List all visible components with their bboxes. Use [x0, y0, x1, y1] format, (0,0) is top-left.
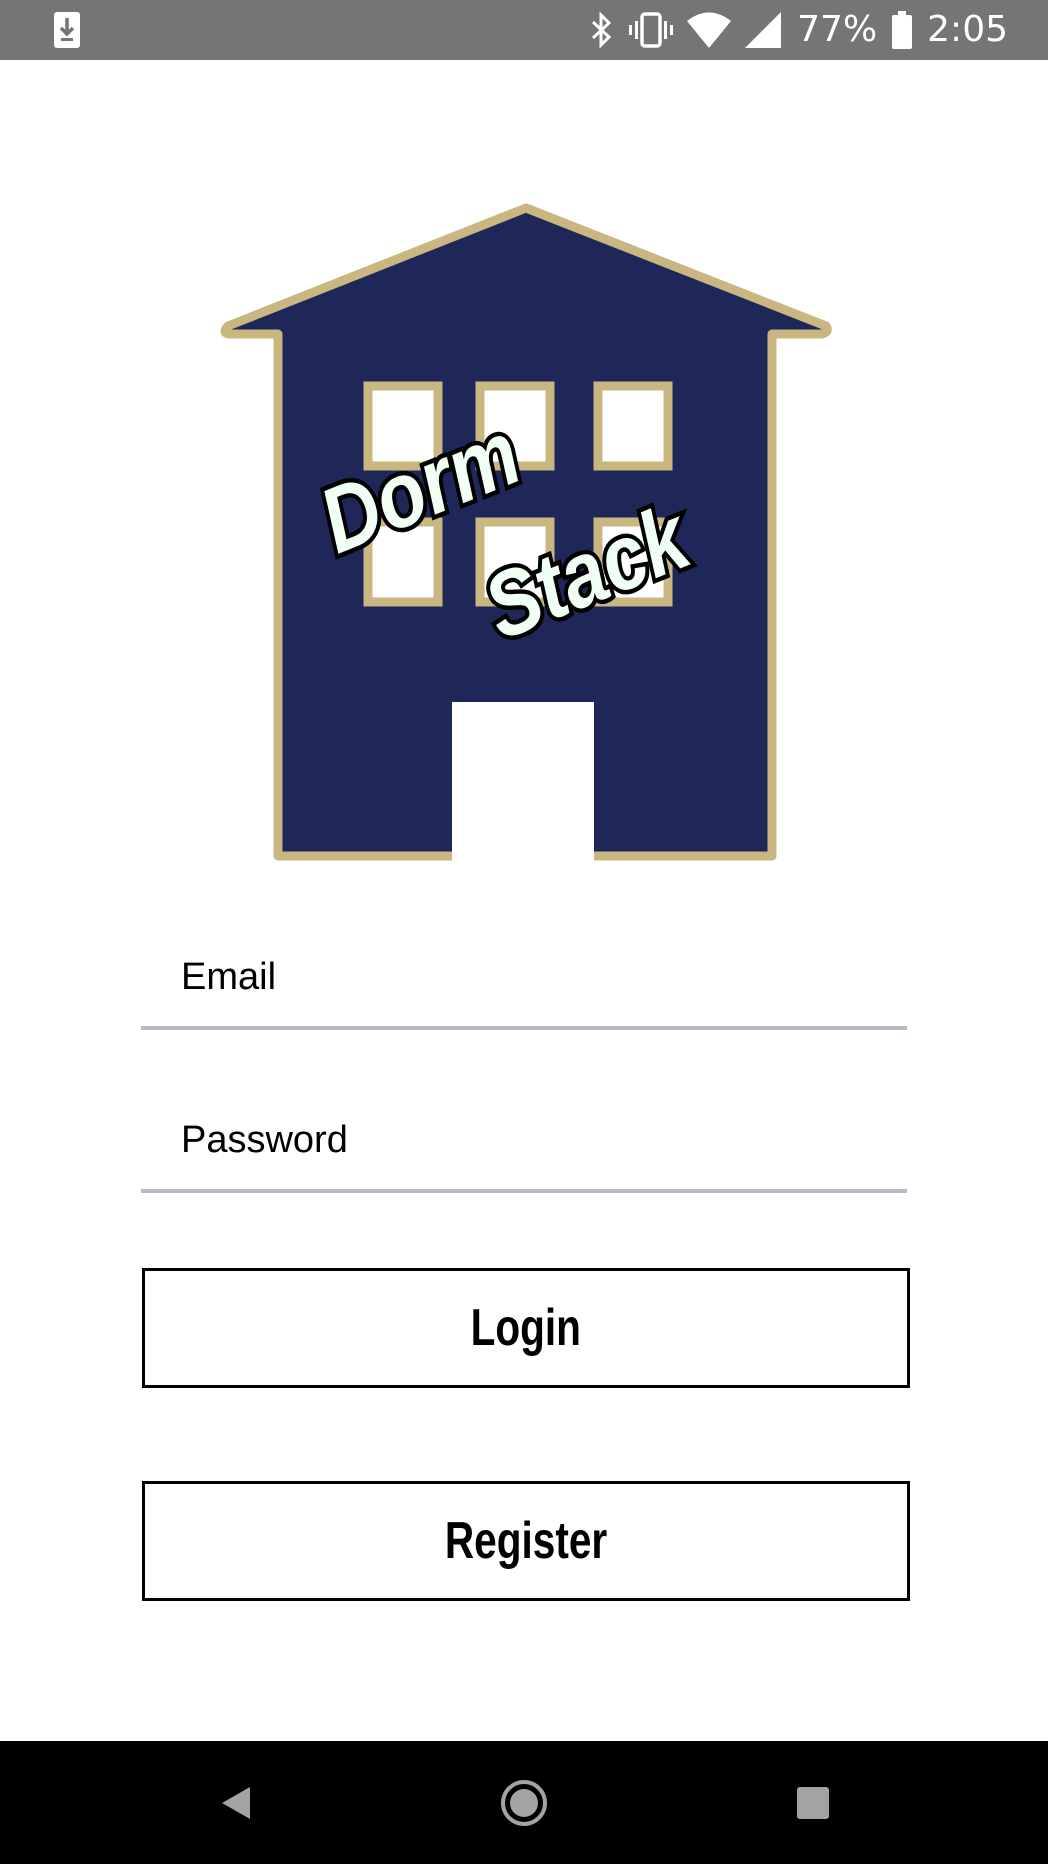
status-bar: 77% 2:05 — [0, 0, 1048, 60]
register-button-label: Register — [444, 1512, 608, 1570]
battery-percent: 77% — [797, 9, 878, 50]
login-screen: 77% 2:05 Dorm Stack Email Login Register — [0, 0, 1048, 1864]
vibrate-icon — [629, 10, 674, 50]
clock: 2:05 — [927, 9, 1008, 50]
login-button-label: Login — [470, 1299, 582, 1357]
login-button[interactable]: Login — [142, 1268, 910, 1388]
recents-icon[interactable] — [781, 1771, 845, 1835]
status-right-group: 77% 2:05 — [589, 0, 1008, 60]
logo-door — [452, 702, 594, 862]
download-notification-icon — [52, 10, 82, 50]
back-icon[interactable] — [204, 1771, 268, 1835]
bluetooth-icon — [589, 10, 615, 50]
email-input[interactable] — [181, 928, 881, 1026]
navigation-bar — [0, 1741, 1048, 1864]
wifi-icon — [687, 10, 732, 50]
password-field[interactable] — [141, 1091, 907, 1193]
dorm-stack-logo: Dorm Stack — [218, 200, 834, 870]
home-icon[interactable] — [492, 1771, 556, 1835]
password-input[interactable] — [181, 1091, 881, 1189]
register-button[interactable]: Register — [142, 1481, 910, 1601]
battery-icon — [891, 10, 913, 50]
cellular-signal-icon — [745, 10, 783, 50]
email-field[interactable] — [141, 928, 907, 1030]
logo-window — [593, 381, 673, 471]
